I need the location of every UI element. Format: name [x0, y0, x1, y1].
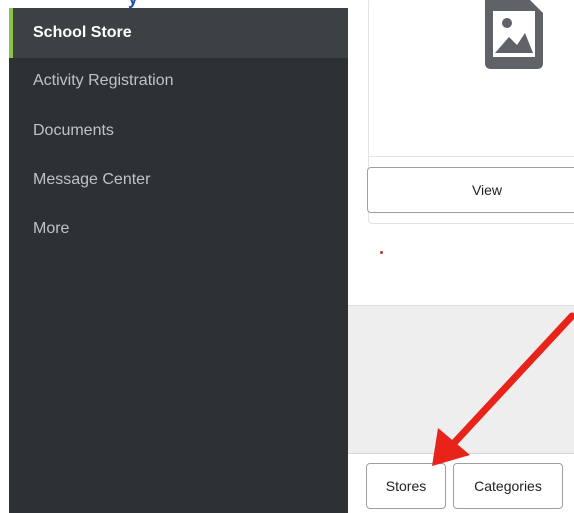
active-indicator — [9, 8, 13, 58]
cut-off-heading: y — [128, 0, 138, 8]
top-strip: y — [0, 0, 348, 8]
view-button[interactable]: View — [367, 167, 574, 213]
bottom-divider — [348, 453, 574, 454]
sidebar-item-label: Message Center — [33, 171, 151, 188]
card-divider — [369, 156, 574, 157]
sidebar-item-label: Documents — [33, 122, 114, 139]
sidebar-item-activity-registration[interactable]: Activity Registration — [9, 56, 348, 106]
sidebar-item-label: Activity Registration — [33, 72, 174, 89]
sidebar-item-label: School Store — [33, 24, 132, 41]
main-content: View Stores Categories — [348, 0, 574, 513]
sidebar: School Store Activity Registration Docum… — [9, 8, 348, 513]
left-edge — [0, 0, 9, 513]
categories-button[interactable]: Categories — [453, 463, 563, 509]
image-placeholder-icon — [485, 0, 543, 69]
stores-button[interactable]: Stores — [366, 463, 446, 509]
sidebar-item-documents[interactable]: Documents — [9, 106, 348, 156]
sidebar-item-label: More — [33, 220, 70, 237]
sidebar-item-more[interactable]: More — [9, 204, 348, 254]
sidebar-item-message-center[interactable]: Message Center — [9, 155, 348, 205]
gray-band — [348, 305, 574, 454]
required-dot — [380, 251, 383, 254]
sidebar-item-school-store[interactable]: School Store — [9, 8, 348, 58]
